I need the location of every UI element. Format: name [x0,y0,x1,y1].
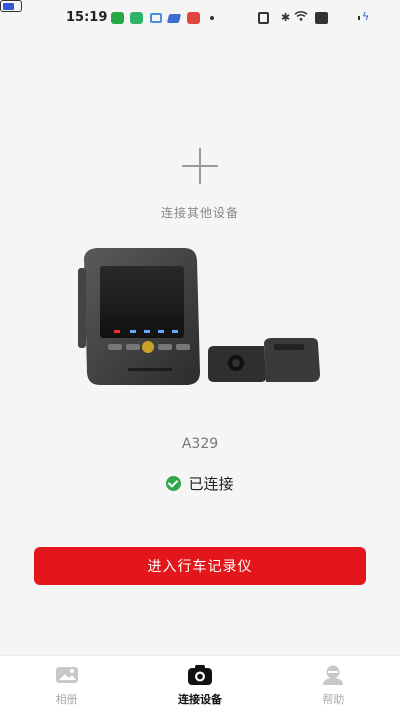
tab-help[interactable]: 帮助 [267,656,400,710]
status-time: 15:19 [66,10,108,25]
app-notification-icon-3 [187,12,200,24]
help-icon [323,665,344,685]
status-bar: 15:19 ✱ ϟ [0,0,400,36]
message-notification-icon [111,12,124,24]
battery-icon [0,0,22,12]
dashcam-image [78,248,320,385]
connection-status-label: 已连接 [188,475,234,493]
app-notification-icon-2 [166,14,182,23]
tab-connect-device[interactable]: 连接设备 [133,656,266,710]
add-device-button[interactable]: 连接其他设备 [0,140,400,230]
tab-help-label: 帮助 [322,693,345,706]
charging-icon: ϟ [362,10,370,23]
album-icon [55,667,78,683]
enter-dashcam-button[interactable]: 进入行车记录仪 [34,547,366,585]
camera-icon [187,665,212,685]
bluetooth-icon: ✱ [281,11,291,24]
bottom-tab-bar: 相册 连接设备 帮助 [0,655,400,710]
cellular-signal-icon [315,12,328,24]
wifi-icon [294,11,308,21]
app-notification-icon [150,13,162,23]
tab-connect-device-label: 连接设备 [177,693,222,706]
tab-album[interactable]: 相册 [0,656,133,710]
vibrate-icon [258,12,269,24]
plus-icon [182,148,218,184]
check-circle-icon [166,476,182,491]
connection-status: 已连接 [0,473,400,494]
add-device-label: 连接其他设备 [160,206,239,220]
device-model: A329 [181,436,219,452]
tab-album-label: 相册 [55,693,78,706]
more-notifications-icon [210,16,214,20]
chat-notification-icon [130,12,143,24]
